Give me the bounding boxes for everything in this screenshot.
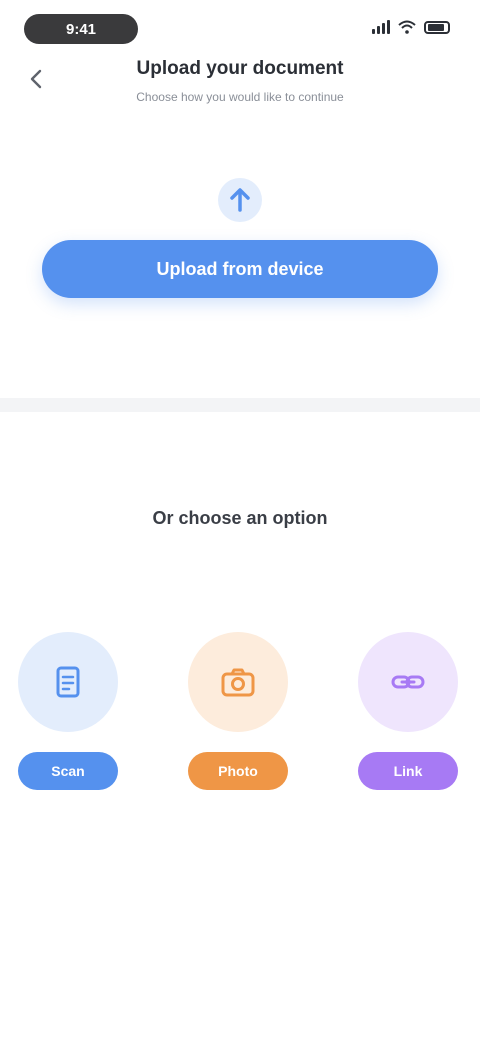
section-title: Or choose an option xyxy=(152,508,328,528)
wifi-icon xyxy=(398,20,416,34)
status-time: 9:41 xyxy=(24,14,138,44)
status-indicators xyxy=(372,20,450,34)
document-icon xyxy=(56,666,80,698)
section-divider xyxy=(0,398,480,412)
camera-icon xyxy=(221,668,255,697)
option-photo[interactable]: Photo xyxy=(186,632,290,792)
option-scan[interactable]: Scan xyxy=(16,632,120,792)
link-icon xyxy=(391,675,425,689)
battery-icon xyxy=(424,20,450,34)
option-link[interactable]: Link xyxy=(356,632,460,792)
option-scan-button[interactable]: Scan xyxy=(18,752,118,790)
status-bar: 9:41 xyxy=(0,0,480,56)
signal-icon xyxy=(372,20,390,34)
page-subtitle: Choose how you would like to continue xyxy=(136,90,344,104)
screen: 9:41 Upload your document Choose how you… xyxy=(0,0,480,1040)
upload-icon xyxy=(218,178,262,222)
option-scan-circle[interactable] xyxy=(18,632,118,732)
option-link-button[interactable]: Link xyxy=(358,752,458,790)
upload-button[interactable]: Upload from device xyxy=(42,240,438,298)
option-photo-circle[interactable] xyxy=(188,632,288,732)
header: Upload your document Choose how you woul… xyxy=(0,58,480,104)
option-link-circle[interactable] xyxy=(358,632,458,732)
page-title: Upload your document xyxy=(136,58,344,79)
option-photo-button[interactable]: Photo xyxy=(188,752,288,790)
